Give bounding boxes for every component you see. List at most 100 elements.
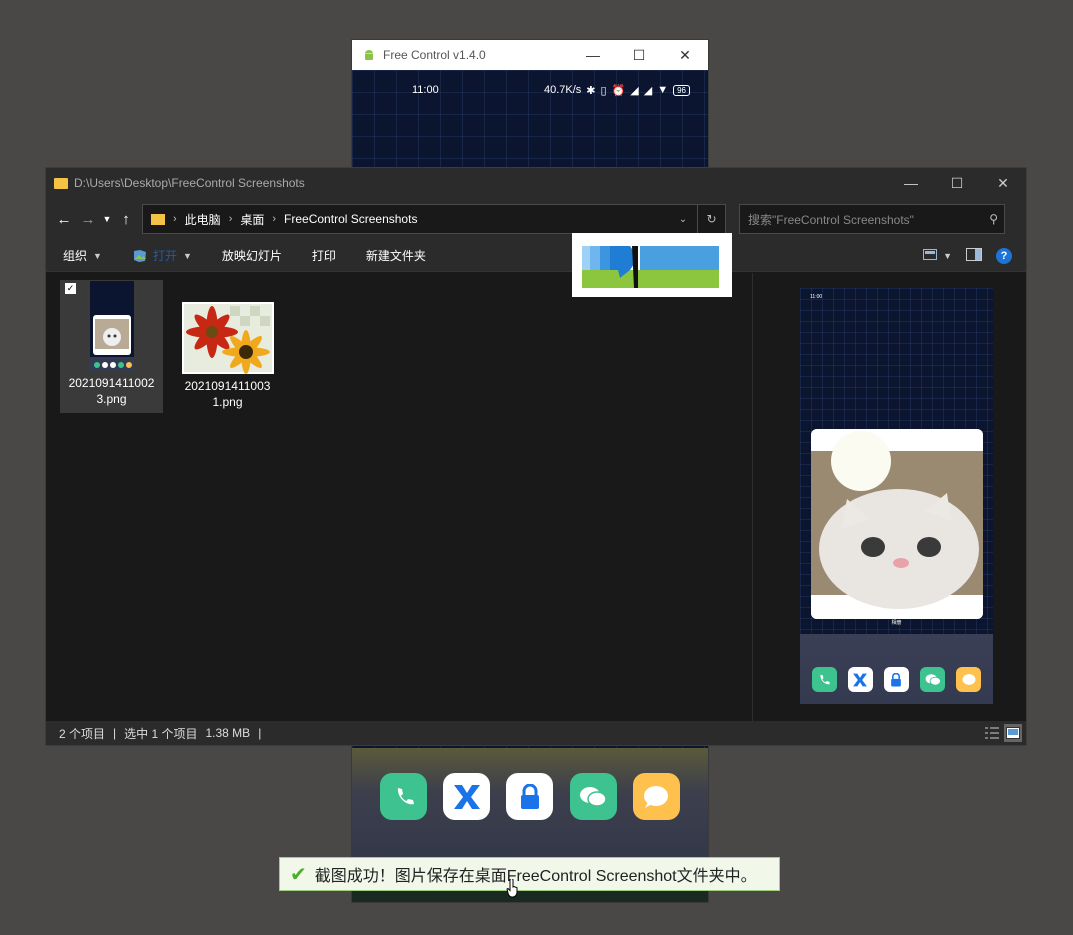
preview-photo-card [811,429,983,619]
signal-icon: ◢ [630,84,639,97]
message-icon[interactable] [632,773,680,820]
organize-menu[interactable]: 组织 ▼ [63,247,102,264]
slideshow-button[interactable]: 放映幻灯片 [222,247,282,264]
file-item[interactable]: ✓ 2021091411002 3.png [60,280,163,413]
folder-icon [54,177,68,189]
caret-down-icon[interactable]: ▼ [943,251,952,261]
explorer-titlebar[interactable]: D:\Users\Desktop\FreeControl Screenshots… [46,168,1026,198]
file-item[interactable]: 2021091411003 1.png [176,302,279,413]
close-button[interactable]: ✕ [980,168,1026,198]
file-name-line: 3.png [96,392,127,406]
x-app-icon [847,667,873,692]
photo-viewer-icon [133,249,146,262]
address-bar[interactable]: › 此电脑 › 桌面 › FreeControl Screenshots ⌄ ↻ [142,204,726,234]
preview-caption: 相册 [891,620,902,626]
phone-icon [811,667,837,692]
phone-status-bar: 11:00 40.7K/s ✱ ▯ ⏰ ◢ ◢ ▼ 96 [352,70,708,110]
vibrate-icon: ▯ [600,84,607,97]
caret-down-icon: ▼ [93,250,102,261]
minimize-button[interactable]: — [888,168,934,198]
search-input[interactable]: 搜索"FreeControl Screenshots" ⚲ [739,204,1005,234]
open-menu[interactable]: 打开 ▼ [132,247,192,264]
wechat-icon [920,667,946,692]
folder-icon [151,213,165,225]
battery-icon: 96 [673,84,690,96]
message-icon [956,667,982,692]
android-icon [365,50,373,60]
preview-dock-icons [800,667,993,692]
forward-button[interactable]: → [76,207,100,231]
change-view-icon[interactable] [923,248,938,263]
phone-window-title: Free Control v1.4.0 [383,48,486,62]
floating-toolbar-widget[interactable] [572,233,732,297]
selection-size: 1.38 MB [205,726,251,740]
breadcrumb-this-pc[interactable]: 此电脑 [185,211,221,228]
breadcrumb-desktop[interactable]: 桌面 [240,211,264,228]
organize-label: 组织 [63,249,88,263]
status-bar: 2 个项目 | 选中 1 个项目 1.38 MB | [46,721,1026,745]
hand-cursor-icon [506,879,518,898]
x-app-icon[interactable] [443,773,491,820]
print-button[interactable]: 打印 [312,247,336,264]
preview-status-bar: 11:00 [800,288,993,306]
wifi-icon: ▼ [657,84,669,96]
status-separator: | [258,726,262,740]
signal2-icon: ◢ [643,84,653,97]
back-button[interactable]: ← [52,207,76,231]
thumbnail-image [89,281,134,371]
address-row: ← → ▼ ↑ › 此电脑 › 桌面 › FreeControl Screens… [46,198,1026,240]
cat-photo [811,429,983,619]
wechat-icon[interactable] [569,773,617,820]
preview-pane: 11:00 相册 [752,273,1027,723]
lock-app-icon [883,667,909,692]
caret-down-icon: ▼ [182,250,192,261]
breadcrumb-current[interactable]: FreeControl Screenshots [284,212,417,226]
refresh-icon[interactable]: ↻ [697,205,725,233]
file-name: 2021091411003 1.png [176,378,279,410]
close-button[interactable]: ✕ [662,40,708,70]
banner-image [582,246,719,288]
new-folder-button[interactable]: 新建文件夹 [366,247,426,264]
preview-time: 11:00 [810,294,823,300]
preview-image: 11:00 相册 [800,288,993,704]
file-explorer-window: D:\Users\Desktop\FreeControl Screenshots… [45,167,1027,746]
explorer-title: D:\Users\Desktop\FreeControl Screenshots [74,176,305,190]
phone-dock [352,773,708,820]
checkmark-icon: ✔ [290,863,307,886]
search-placeholder: 搜索"FreeControl Screenshots" [748,212,914,227]
success-toast: ✔ 截图成功！图片保存在桌面FreeControl Screenshot文件夹中… [279,857,780,891]
phone-icon[interactable] [380,773,428,820]
toast-message: 截图成功！图片保存在桌面FreeControl Screenshot文件夹中。 [314,868,757,885]
address-dropdown-icon[interactable]: ⌄ [669,205,697,233]
maximize-button[interactable]: ☐ [934,168,980,198]
status-time: 11:00 [412,84,439,96]
preview-pane-icon[interactable] [966,247,982,264]
file-name-line: 2021091411002 [68,376,155,390]
help-icon[interactable]: ? [996,247,1012,264]
command-bar: 组织 ▼ 打开 ▼ 放映幻灯片 打印 新建文件夹 ▼ ? [46,240,1026,272]
status-speed: 40.7K/s [543,84,582,96]
bluetooth-icon: ✱ [586,84,596,97]
file-list-pane[interactable]: ✓ 2021091411002 3.png 2021091411003 1.pn… [46,273,752,723]
up-button[interactable]: ↑ [114,207,138,231]
open-label: 打开 [152,249,177,263]
item-count: 2 个项目 [59,726,106,741]
checkbox-checked-icon[interactable]: ✓ [65,283,76,294]
chevron-right-icon: › [173,213,177,225]
recent-locations-dropdown[interactable]: ▼ [100,207,114,231]
phone-window-titlebar[interactable]: Free Control v1.4.0 — ☐ ✕ [352,40,708,70]
details-view-icon[interactable] [983,724,1001,742]
large-icons-view-icon[interactable] [1004,724,1022,742]
maximize-button[interactable]: ☐ [616,40,662,70]
chevron-right-icon: › [228,213,233,225]
minimize-button[interactable]: — [570,40,616,70]
file-name-line: 1.png [212,395,243,409]
thumbnail-image [181,302,274,374]
file-name: 2021091411002 3.png [60,375,163,407]
lock-app-icon[interactable] [506,773,554,820]
search-icon: ⚲ [989,212,998,226]
selection-count: 选中 1 个项目 [124,726,198,741]
chevron-right-icon: › [272,213,277,225]
alarm-icon: ⏰ [611,84,626,97]
status-separator: | [113,726,117,740]
